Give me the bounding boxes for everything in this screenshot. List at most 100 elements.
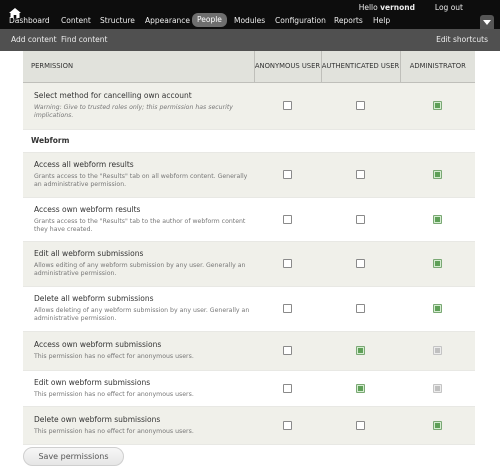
permission-title: Access own webform submissions — [34, 340, 162, 349]
cell-administrator — [400, 286, 475, 332]
cell-authenticated — [321, 152, 400, 198]
permission-help-text: Grants access to the "Results" tab to th… — [34, 217, 246, 233]
menu-modules[interactable]: Modules — [234, 14, 265, 27]
cell-anonymous — [254, 406, 321, 445]
logout-link[interactable]: Log out — [435, 2, 463, 14]
cell-anonymous — [254, 370, 321, 407]
user-greeting: Hello vernond — [359, 2, 415, 14]
checkbox-administrator[interactable] — [433, 101, 442, 111]
checkbox-anonymous[interactable] — [283, 101, 292, 111]
cell-authenticated — [321, 241, 400, 287]
cell-administrator — [400, 331, 475, 371]
permission-title: Delete all webform submissions — [34, 294, 154, 303]
module-row-webform: Webform — [23, 129, 475, 153]
permission-row: Delete own webform submissions This permi… — [23, 406, 475, 445]
permission-row: Edit all webform submissions Allows editi… — [23, 241, 475, 287]
cell-authenticated — [321, 406, 400, 445]
checkbox-anonymous[interactable] — [283, 170, 292, 180]
permission-help-text: Allows editing of any webform submission… — [34, 262, 246, 277]
cell-anonymous — [254, 197, 321, 242]
cell-authenticated — [321, 197, 400, 242]
menu-configuration[interactable]: Configuration — [275, 14, 326, 27]
checkbox-administrator[interactable] — [433, 170, 442, 180]
checkbox-anonymous[interactable] — [283, 304, 292, 314]
greeting-prefix: Hello — [358, 3, 381, 12]
cell-authenticated — [321, 331, 400, 371]
header-permission: PERMISSION — [23, 51, 254, 83]
permissions-table: PERMISSION ANONYMOUS USER AUTHENTICATED … — [23, 51, 475, 445]
header-anonymous-user: ANONYMOUS USER — [253, 51, 321, 83]
permission-description: Delete own webform submissions This permi… — [23, 406, 254, 445]
edit-shortcuts-link[interactable]: Edit shortcuts — [436, 34, 488, 46]
menu-content[interactable]: Content — [61, 14, 91, 27]
permission-title: Delete own webform submissions — [34, 414, 161, 424]
save-permissions-button[interactable]: Save permissions — [23, 447, 124, 466]
cell-authenticated — [321, 370, 400, 407]
menu-structure[interactable]: Structure — [100, 14, 135, 27]
permission-description: Edit all webform submissions Allows editi… — [23, 241, 254, 287]
cell-administrator — [400, 82, 475, 130]
permission-help-text: Grants access to the "Results" tab on al… — [34, 173, 248, 188]
permission-description: Delete all webform submissions Allows del… — [23, 286, 254, 332]
checkbox-authenticated[interactable] — [356, 304, 365, 314]
checkbox-authenticated[interactable] — [356, 101, 365, 111]
module-title: Webform — [23, 129, 475, 153]
checkbox-anonymous[interactable] — [283, 214, 292, 224]
permission-help-text: This permission has no effect for anonym… — [34, 390, 194, 398]
permission-title: Select method for cancelling own account — [34, 91, 192, 100]
menu-people[interactable]: People — [192, 13, 227, 27]
checkbox-anonymous[interactable] — [283, 383, 292, 393]
toggle-shortcuts-button[interactable] — [480, 15, 494, 29]
header-authenticated-user: AUTHENTICATED USER — [320, 51, 400, 83]
permission-warning: Warning: Give to trusted roles only; thi… — [34, 104, 233, 119]
checkbox-administrator[interactable] — [433, 214, 442, 224]
cell-anonymous — [254, 82, 321, 130]
cell-authenticated — [321, 82, 400, 130]
checkbox-administrator — [433, 383, 442, 393]
checkbox-authenticated[interactable] — [356, 383, 365, 393]
menu-reports[interactable]: Reports — [334, 14, 363, 27]
permission-description: Access own webform submissions This permi… — [23, 331, 254, 371]
menu-help[interactable]: Help — [373, 14, 390, 27]
cell-anonymous — [254, 286, 321, 332]
cell-administrator — [400, 197, 475, 242]
shortcut-add-content[interactable]: Add content — [11, 34, 57, 46]
permission-description: Access all webform results Grants access … — [23, 152, 254, 198]
permission-description: Select method for cancelling own account… — [23, 82, 254, 130]
permission-title: Edit own webform submissions — [34, 377, 151, 387]
permission-help-text: Allows deleting of any webform submissio… — [34, 307, 250, 322]
checkbox-authenticated[interactable] — [356, 214, 365, 224]
checkbox-administrator[interactable] — [433, 259, 442, 269]
menu-dashboard[interactable]: Dashboard — [9, 14, 50, 27]
user-name-link[interactable]: vernond — [380, 3, 415, 12]
permission-help-text: This permission has no effect for anonym… — [34, 353, 194, 360]
permission-description: Access own webform results Grants access … — [23, 197, 254, 242]
checkbox-administrator — [433, 346, 442, 356]
checkbox-authenticated[interactable] — [356, 420, 365, 430]
cell-administrator — [400, 370, 475, 407]
permission-description: Edit own webform submissions This permiss… — [23, 370, 254, 407]
cell-anonymous — [254, 152, 321, 198]
permission-row-cancel-account: Select method for cancelling own account… — [23, 82, 475, 130]
menu-appearance[interactable]: Appearance — [145, 14, 190, 27]
header-administrator: ADMINISTRATOR — [399, 51, 475, 83]
checkbox-anonymous[interactable] — [283, 420, 292, 430]
checkbox-anonymous[interactable] — [283, 346, 292, 356]
checkbox-authenticated[interactable] — [356, 346, 365, 356]
cell-administrator — [400, 406, 475, 445]
checkbox-authenticated[interactable] — [356, 259, 365, 269]
permission-row: Access own webform submissions This permi… — [23, 331, 475, 371]
checkbox-administrator[interactable] — [433, 420, 442, 430]
shortcut-find-content[interactable]: Find content — [61, 34, 107, 46]
cell-administrator — [400, 241, 475, 287]
home-icon[interactable] — [9, 3, 21, 18]
checkbox-anonymous[interactable] — [283, 259, 292, 269]
admin-toolbar: Dashboard Content Structure Appearance P… — [0, 0, 500, 29]
permission-row: Edit own webform submissions This permiss… — [23, 370, 475, 407]
checkbox-administrator[interactable] — [433, 304, 442, 314]
shortcuts-bar: Add content Find content Edit shortcuts — [0, 29, 500, 51]
permission-title: Access all webform results — [34, 160, 134, 169]
cell-anonymous — [254, 331, 321, 371]
cell-administrator — [400, 152, 475, 198]
checkbox-authenticated[interactable] — [356, 170, 365, 180]
